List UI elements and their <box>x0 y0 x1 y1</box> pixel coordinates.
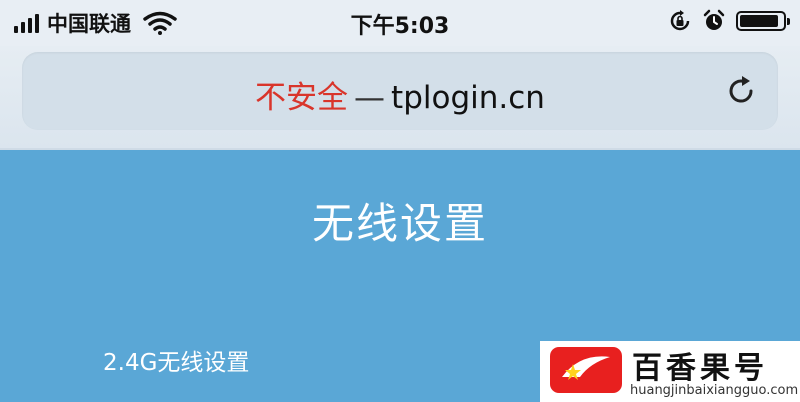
battery-icon <box>736 11 790 31</box>
rotation-lock-icon <box>670 10 690 31</box>
battery-level-fill <box>740 15 778 27</box>
status-right <box>668 9 790 33</box>
watermark-url: huangjinbaixiangguo.com <box>630 383 799 398</box>
alarm-icon <box>703 9 725 30</box>
url-domain: tplogin.cn <box>391 80 545 116</box>
browser-chrome: 不安全 — tplogin.cn <box>0 46 800 150</box>
watermark-logo-icon <box>550 347 622 393</box>
security-label: 不安全 <box>255 80 349 116</box>
page-title: 无线设置 <box>311 199 488 248</box>
watermark-name: 百香果号 <box>632 351 768 386</box>
watermark: 百香果号 huangjinbaixiangguo.com <box>540 341 800 402</box>
reload-icon[interactable] <box>724 74 758 108</box>
section-label-2-4g: 2.4G无线设置 <box>103 350 250 376</box>
url-separator: — <box>354 80 386 116</box>
status-bar: 中国联通 下午5:03 <box>0 0 800 46</box>
address-bar[interactable]: 不安全 — tplogin.cn <box>22 52 778 130</box>
url-display[interactable]: 不安全 — tplogin.cn <box>22 72 778 117</box>
